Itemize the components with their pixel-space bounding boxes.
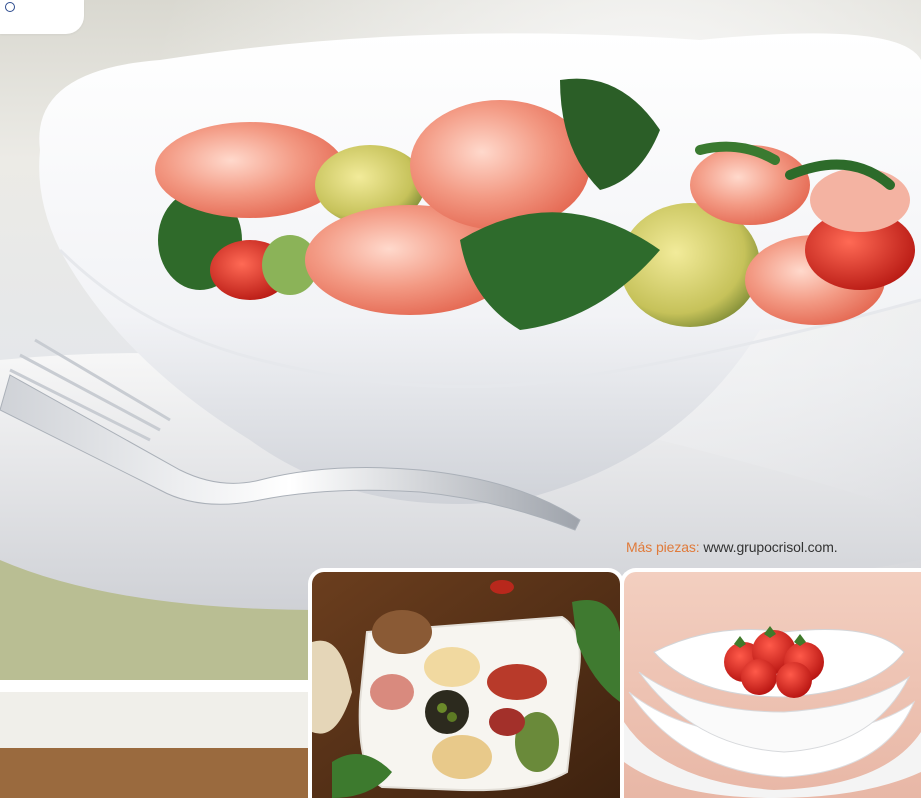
circle-logo-icon: [5, 2, 15, 12]
caption-url[interactable]: www.grupocrisol.com.: [703, 539, 837, 555]
thumb-appetizer-platter: [308, 568, 624, 798]
caption-label: Más piezas:: [626, 539, 700, 555]
corner-tab: [0, 0, 84, 34]
page: Más piezas: www.grupocrisol.com.: [0, 0, 921, 798]
thumb-strawberry-art: [624, 572, 921, 798]
thumb-appetizer-art: [312, 572, 620, 798]
thumb-strawberry-bowls: [620, 568, 921, 798]
more-pieces-caption: Más piezas: www.grupocrisol.com.: [626, 538, 838, 556]
